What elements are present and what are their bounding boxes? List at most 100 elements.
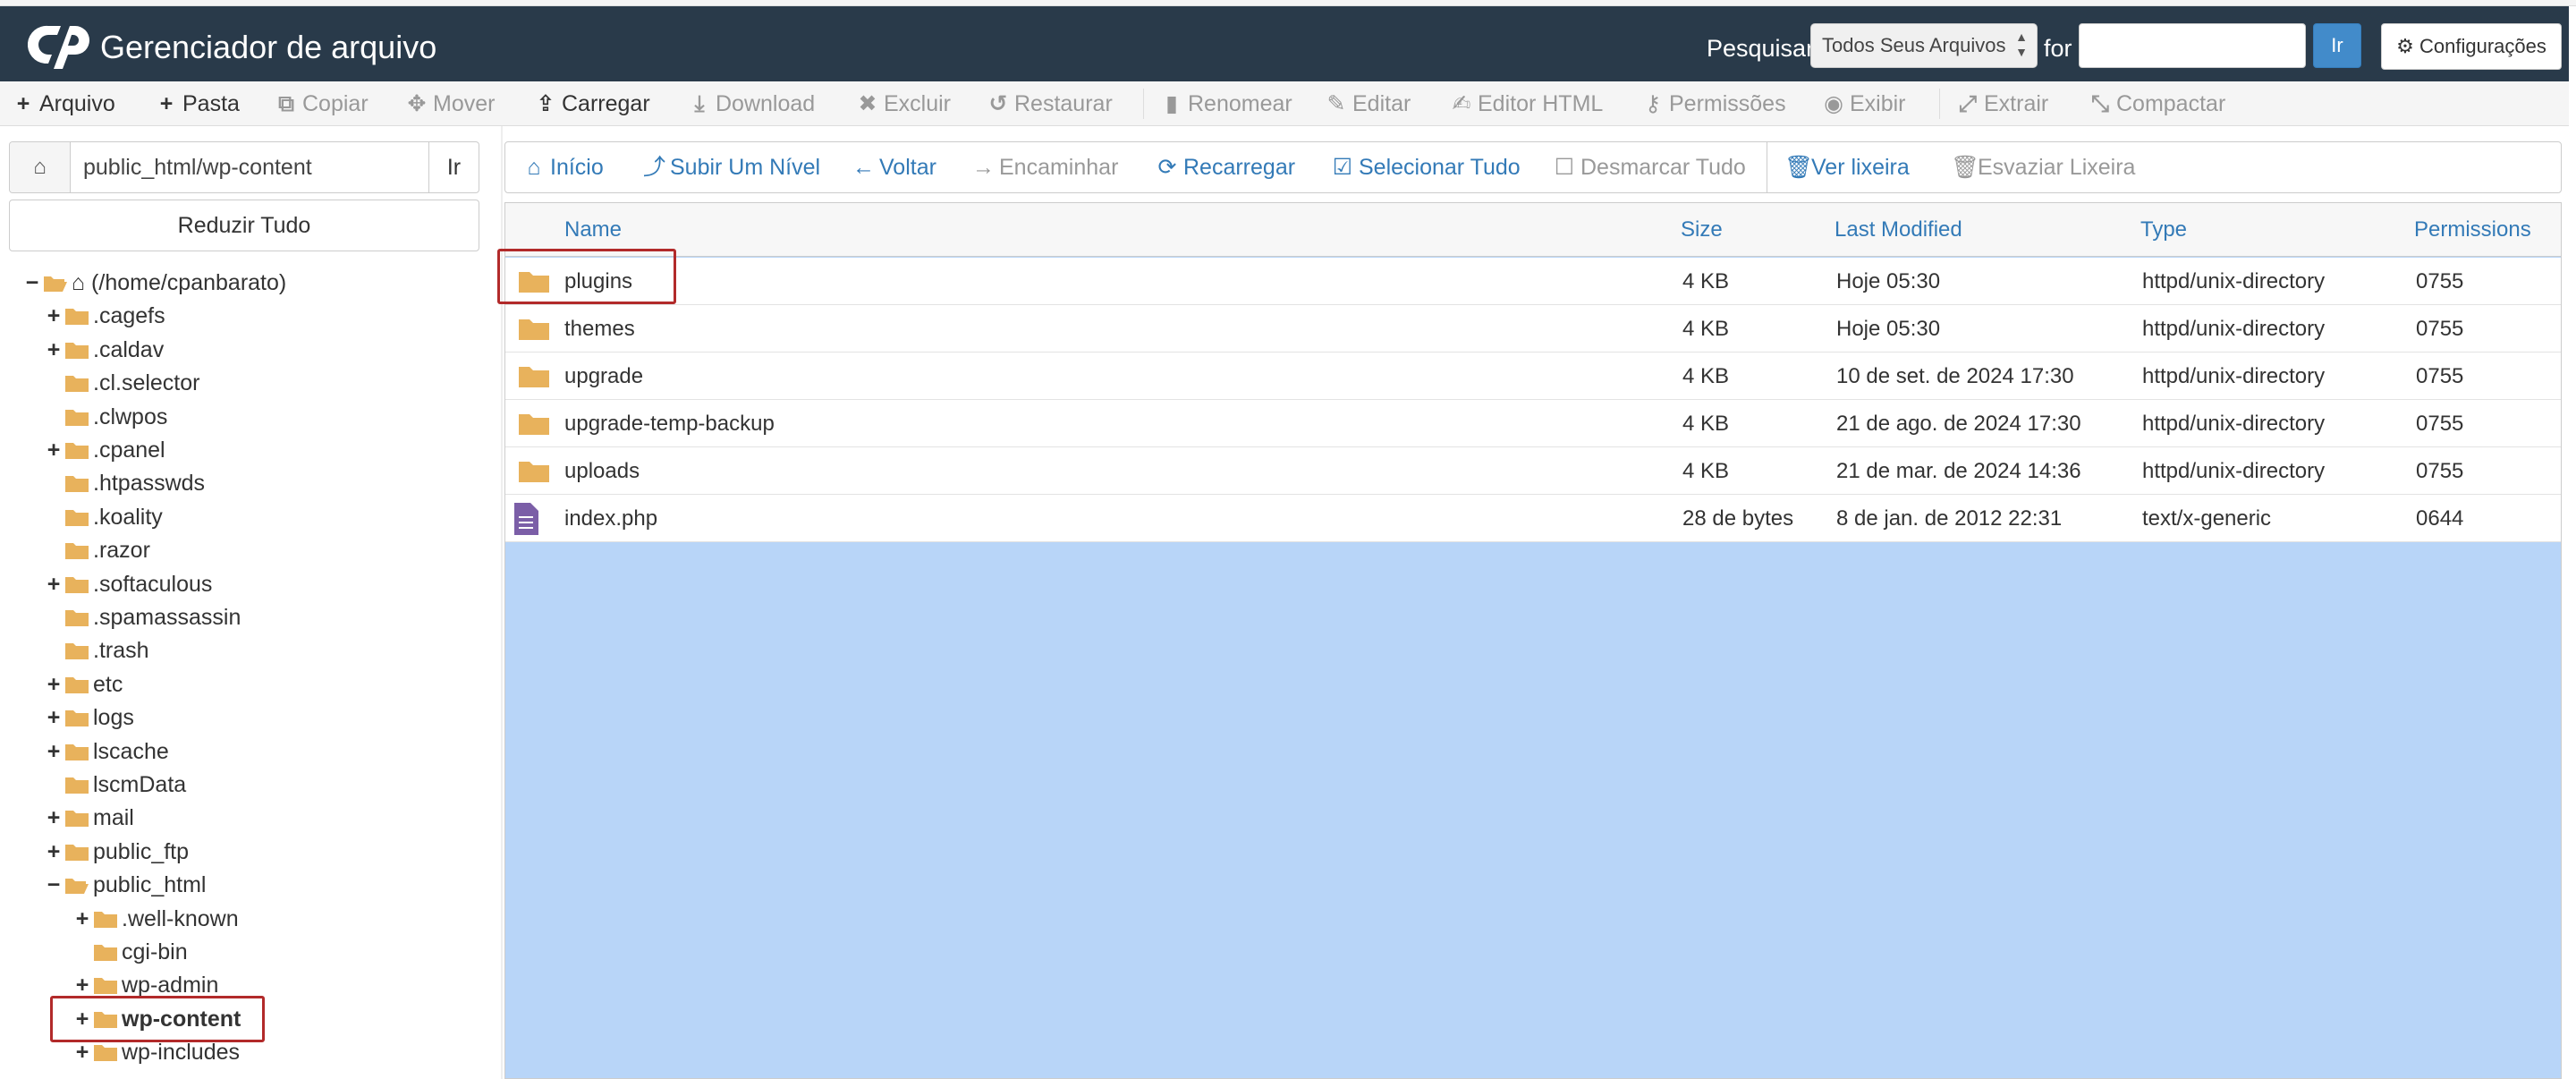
tree-item-label: public_ftp [93,838,190,864]
edit-button[interactable]: ✎ Editar [1326,81,1411,126]
table-row[interactable]: plugins 4 KB Hoje 05:30 httpd/unix-director… [505,258,2561,305]
cell-name[interactable]: themes [564,305,635,353]
select-arrows-icon: ▲ ▼ [2015,30,2028,59]
table-row[interactable]: uploads 4 KB 21 de mar. de 2024 14:36 httpd… [505,447,2561,495]
path-home-button[interactable]: ⌂ [10,142,71,192]
rename-button[interactable]: ▮ Renomear [1161,81,1292,126]
column-modified[interactable]: Last Modified [1835,203,1962,257]
new-file-button[interactable]: + Arquivo [13,81,115,126]
tree-item[interactable]: + .cagefs [45,300,165,332]
compress-button[interactable]: ⤡ Compactar [2089,81,2225,126]
tree-item[interactable]: + mail [45,802,134,834]
expand-icon[interactable]: + [45,300,63,332]
column-size[interactable]: Size [1681,203,1723,257]
tree-item[interactable]: .razor [45,534,150,566]
cell-perms: 0755 [2416,459,2464,483]
tree-item[interactable]: .htpasswds [45,467,205,499]
expand-icon[interactable]: + [45,434,63,466]
file-list[interactable]: Name Size Last Modified Type Permissions… [504,202,2562,1079]
tree-item[interactable]: + logs [45,701,134,734]
forward-button[interactable]: → Encaminhar [972,142,1118,192]
tree-item[interactable]: + .softaculous [45,568,213,600]
delete-button[interactable]: ✖ Excluir [857,81,952,126]
expand-icon: ⤢ [1958,91,1977,116]
tree-item[interactable]: + public_ftp [45,836,189,868]
view-trash-button[interactable]: 🗑Ver lixeira [1784,142,1910,192]
column-type[interactable]: Type [2140,203,2187,257]
path-go-button[interactable]: Ir [428,142,479,192]
expand-icon[interactable]: + [45,334,63,366]
folder-icon [94,945,117,961]
move-icon: ✥ [407,91,427,116]
cell-perms: 0755 [2416,364,2464,388]
deselect-all-button[interactable]: ☐ Desmarcar Tudo [1554,142,1746,192]
collapse-all-button[interactable]: Reduzir Tudo [9,200,479,251]
expand-icon[interactable]: + [45,836,63,868]
tree-item[interactable]: + .cpanel [45,434,165,466]
move-button[interactable]: ✥ Mover [406,81,496,126]
tree-item[interactable]: .trash [45,634,149,667]
tree-item[interactable]: − ⌂ (/home/cpanbarato) [23,267,287,299]
new-folder-button[interactable]: + Pasta [156,81,240,126]
permissions-button[interactable]: ⚷ Permissões [1642,81,1786,126]
tree-item-label: mail [93,805,134,831]
expand-icon[interactable]: + [45,802,63,834]
tree-item[interactable]: .spamassassin [45,601,241,633]
folder-icon [65,610,89,626]
select-all-button[interactable]: ☑ Selecionar Tudo [1332,142,1521,192]
upload-button[interactable]: ⇪ Carregar [535,81,650,126]
html-editor-button[interactable]: ✍ Editor HTML [1451,81,1604,126]
copy-button[interactable]: ⧉ Copiar [275,81,369,126]
tree-item[interactable]: .cl.selector [45,367,199,399]
cell-modified: Hoje 05:30 [1836,269,1941,293]
folder-icon [65,844,89,861]
search-scope-select[interactable]: Todos Seus Arquivos ▲ ▼ [1810,23,2038,68]
reload-button[interactable]: ⟳ Recarregar [1157,142,1296,192]
expand-icon[interactable]: + [73,903,91,935]
cell-name[interactable]: uploads [564,447,640,495]
gear-icon: ⚙ [2396,35,2414,57]
empty-trash-button[interactable]: 🗑Esvaziar Lixeira [1951,142,2135,192]
expand-icon[interactable]: + [45,735,63,768]
download-button[interactable]: ⤓ Download [689,81,815,126]
path-input[interactable]: public_html/wp-content [83,142,312,192]
collapse-icon[interactable]: − [45,869,63,901]
app-header: Gerenciador de arquivo Pesquisar Todos S… [0,6,2569,81]
table-row[interactable]: upgrade-temp-backup 4 KB 21 de ago. de 202… [505,400,2561,447]
tree-item[interactable]: .clwpos [45,401,167,433]
home-nav-button[interactable]: ⌂ Início [523,142,603,192]
up-one-level-button[interactable]: ⤴ Subir Um Nível [643,142,820,192]
view-button[interactable]: ◉ Exibir [1823,81,1905,126]
tree-item[interactable]: + .caldav [45,334,165,366]
tree-item[interactable]: + etc [45,668,123,701]
table-row[interactable]: index.php 28 de bytes 8 de jan. de 2012 22… [505,495,2561,542]
table-row[interactable]: themes 4 KB Hoje 05:30 httpd/unix-directory… [505,305,2561,353]
cell-modified: 21 de mar. de 2024 14:36 [1836,459,2081,483]
search-input[interactable] [2079,23,2306,68]
tree-item[interactable]: lscmData [45,769,186,801]
expand-icon[interactable]: + [45,568,63,600]
tree-item[interactable]: − public_html [45,869,207,901]
cell-name[interactable]: upgrade [564,353,643,400]
expand-icon[interactable]: + [45,668,63,701]
column-permissions[interactable]: Permissions [2414,203,2531,257]
tree-item[interactable]: .koality [45,501,163,533]
expand-icon[interactable]: + [45,701,63,734]
folder-icon [65,743,89,760]
back-button[interactable]: ← Voltar [852,142,936,192]
extract-button[interactable]: ⤢ Extrair [1957,81,2048,126]
cell-name[interactable]: upgrade-temp-backup [564,400,775,447]
folder-icon [519,367,549,387]
tree-item[interactable]: cgi-bin [73,936,188,968]
tree-item[interactable]: + lscache [45,735,169,768]
folder-icon [65,476,89,493]
restore-button[interactable]: ↺ Restaurar [987,81,1113,126]
table-row[interactable]: upgrade 4 KB 10 de set. de 2024 17:30 httpd… [505,353,2561,400]
folder-icon [519,319,549,340]
tree-item[interactable]: + .well-known [73,903,239,935]
settings-button[interactable]: ⚙ Configurações [2381,23,2562,70]
collapse-icon[interactable]: − [23,267,41,299]
search-go-button[interactable]: Ir [2313,23,2361,68]
cell-name[interactable]: index.php [564,495,657,542]
tree-item-label: .spamassassin [93,605,242,630]
